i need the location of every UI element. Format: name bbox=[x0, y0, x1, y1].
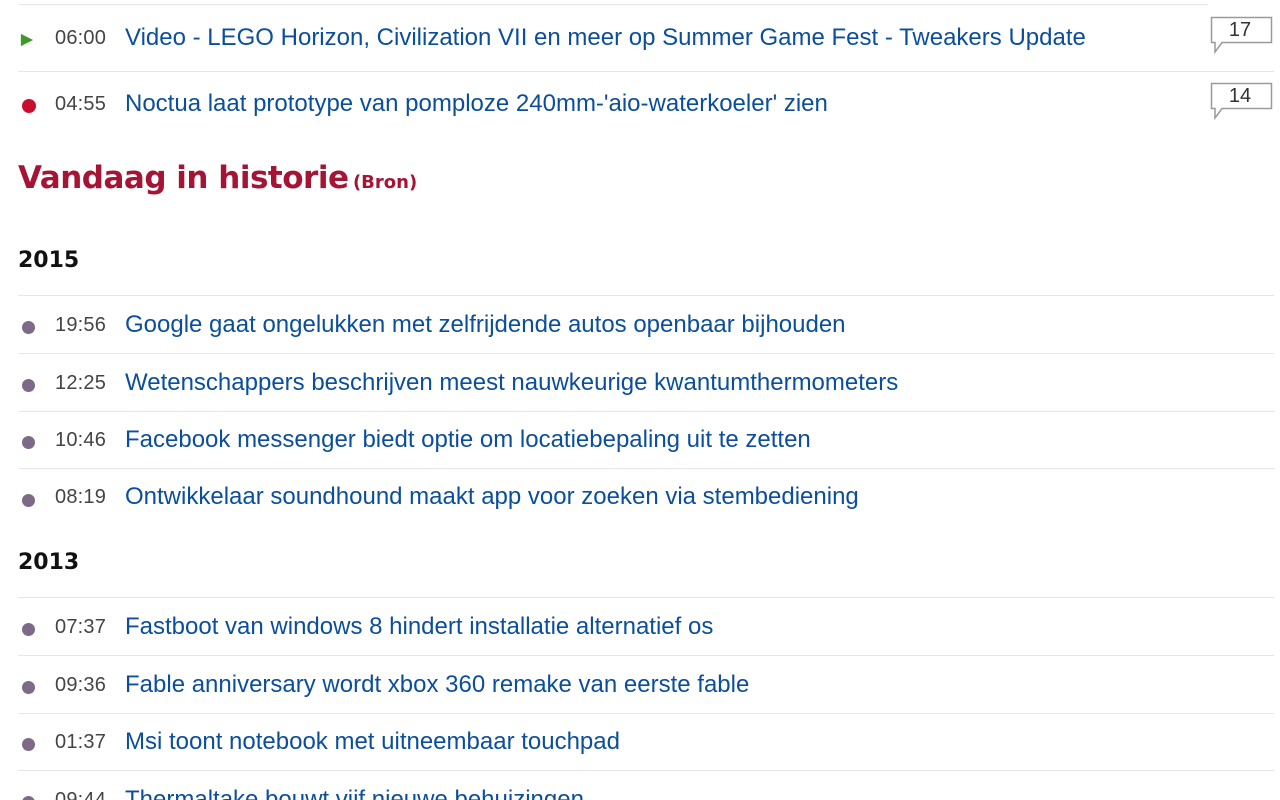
play-icon bbox=[20, 33, 34, 47]
history-title-link[interactable]: Facebook messenger biedt optie om locati… bbox=[125, 426, 811, 454]
history-time: 10:46 bbox=[55, 429, 107, 451]
history-time: 07:37 bbox=[55, 616, 107, 638]
bullet-dot-icon bbox=[22, 494, 35, 507]
history-time: 08:19 bbox=[55, 486, 107, 508]
red-dot-icon bbox=[22, 99, 36, 113]
news-time: 06:00 bbox=[55, 27, 107, 49]
bullet-dot-icon bbox=[22, 623, 35, 636]
history-time: 12:25 bbox=[55, 372, 107, 394]
history-heading-text: Vandaag in historie bbox=[18, 160, 349, 196]
comment-count: 17 bbox=[1228, 19, 1252, 41]
bullet-dot-icon bbox=[22, 796, 35, 800]
bullet-dot-icon bbox=[22, 681, 35, 694]
comment-count-badge[interactable]: 14 bbox=[1210, 82, 1273, 121]
comment-count-badge[interactable]: 17 bbox=[1210, 16, 1273, 55]
history-item: 19:56 Google gaat ongelukken met zelfrij… bbox=[18, 296, 1274, 354]
history-item: 12:25 Wetenschappers beschrijven meest n… bbox=[18, 354, 1274, 412]
history-heading: Vandaag in historie (Bron) bbox=[18, 160, 417, 196]
history-title-link[interactable]: Msi toont notebook met uitneembaar touch… bbox=[125, 728, 620, 756]
news-title-link[interactable]: Video - LEGO Horizon, Civilization VII e… bbox=[125, 24, 1086, 52]
history-time: 09:44 bbox=[55, 789, 107, 800]
history-item: 07:37 Fastboot van windows 8 hindert ins… bbox=[18, 598, 1274, 656]
top-divider bbox=[18, 4, 1208, 5]
news-title-link[interactable]: Noctua laat prototype van pomploze 240mm… bbox=[125, 90, 828, 118]
bullet-dot-icon bbox=[22, 436, 35, 449]
year-heading: 2013 bbox=[18, 550, 80, 575]
comment-count: 14 bbox=[1228, 85, 1252, 107]
history-source-link[interactable]: (Bron) bbox=[353, 172, 417, 193]
history-title-link[interactable]: Google gaat ongelukken met zelfrijdende … bbox=[125, 311, 846, 339]
history-item: 09:36 Fable anniversary wordt xbox 360 r… bbox=[18, 656, 1274, 714]
bullet-dot-icon bbox=[22, 379, 35, 392]
history-title-link[interactable]: Thermaltake bouwt vijf nieuwe behuizinge… bbox=[125, 786, 584, 800]
news-time: 04:55 bbox=[55, 93, 107, 115]
history-item: 10:46 Facebook messenger biedt optie om … bbox=[18, 411, 1274, 469]
history-time: 01:37 bbox=[55, 731, 107, 753]
history-item: 01:37 Msi toont notebook met uitneembaar… bbox=[18, 713, 1274, 771]
history-title-link[interactable]: Fastboot van windows 8 hindert installat… bbox=[125, 613, 713, 641]
history-title-link[interactable]: Ontwikkelaar soundhound maakt app voor z… bbox=[125, 483, 859, 511]
history-title-link[interactable]: Wetenschappers beschrijven meest nauwkeu… bbox=[125, 369, 898, 397]
news-item: 04:55 Noctua laat prototype van pomploze… bbox=[18, 72, 1274, 129]
bullet-dot-icon bbox=[22, 738, 35, 751]
year-heading: 2015 bbox=[18, 248, 80, 273]
history-time: 19:56 bbox=[55, 314, 107, 336]
history-item: 08:19 Ontwikkelaar soundhound maakt app … bbox=[18, 469, 1274, 526]
history-item: 09:44 Thermaltake bouwt vijf nieuwe behu… bbox=[18, 771, 1274, 800]
news-item: 06:00 Video - LEGO Horizon, Civilization… bbox=[18, 14, 1274, 72]
bullet-dot-icon bbox=[22, 321, 35, 334]
history-time: 09:36 bbox=[55, 674, 107, 696]
history-title-link[interactable]: Fable anniversary wordt xbox 360 remake … bbox=[125, 671, 749, 699]
